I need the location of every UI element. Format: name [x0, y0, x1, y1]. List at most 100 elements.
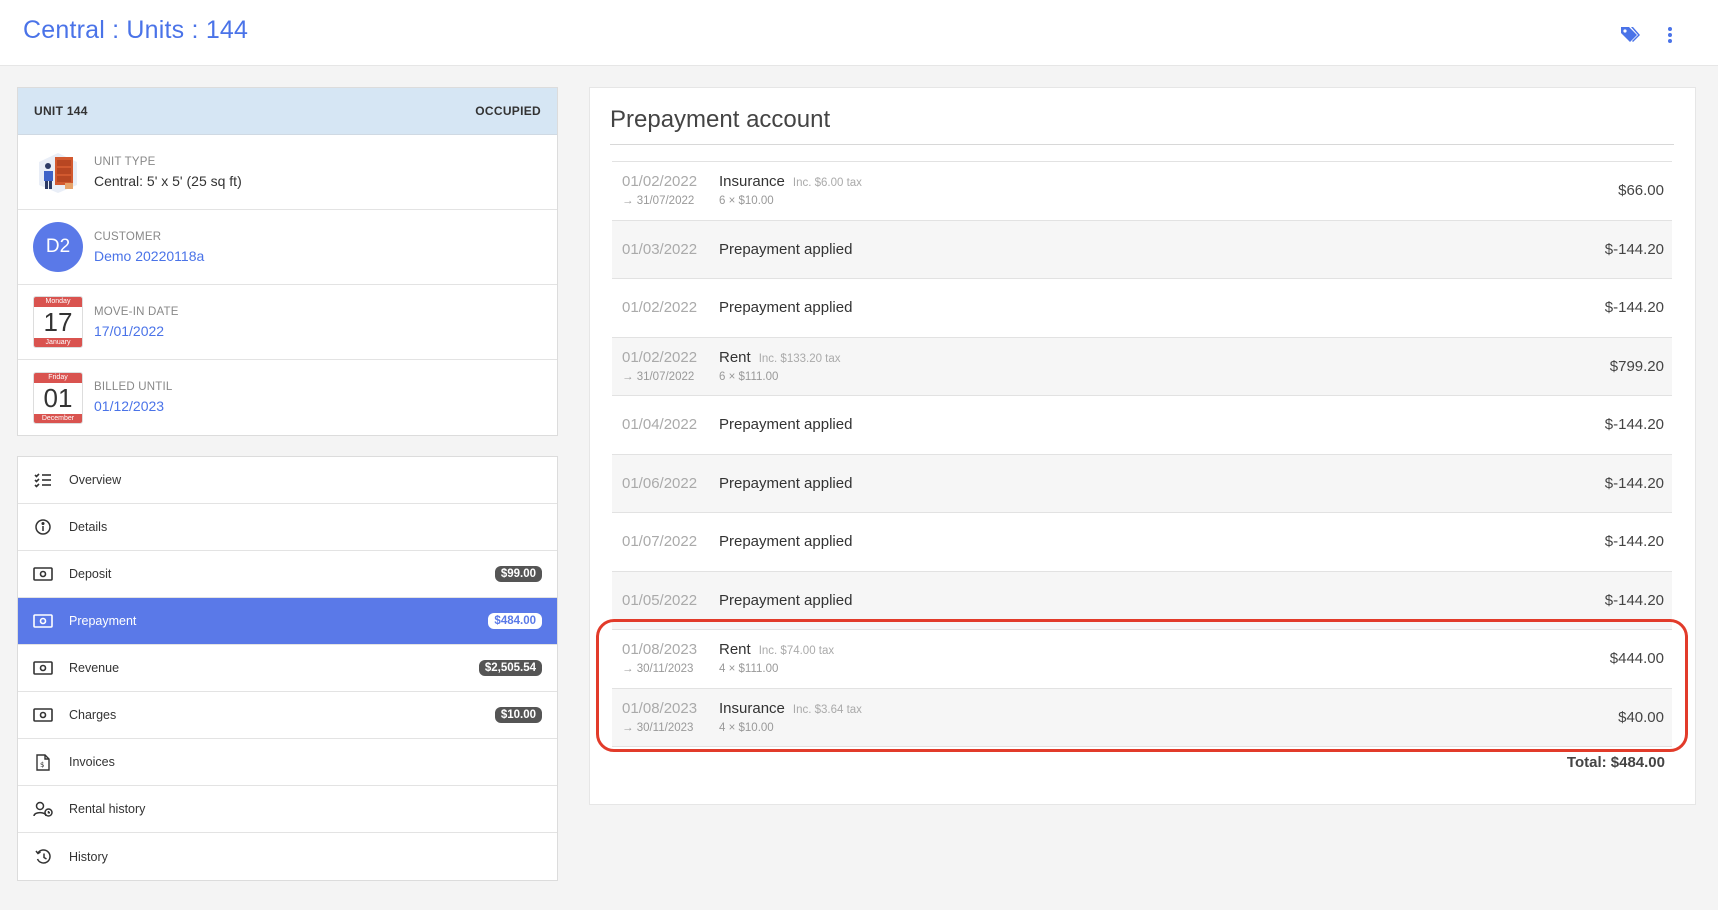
entry-description: Prepayment applied	[719, 474, 853, 492]
entry-amount: $40.00	[1618, 708, 1664, 726]
entry-description: Prepayment applied	[719, 299, 853, 316]
nav-label: Details	[69, 520, 108, 534]
money-icon	[33, 564, 53, 584]
move-in-date-link[interactable]: 17/01/2022	[94, 323, 179, 339]
entry-type: Insurance	[719, 699, 785, 717]
ledger-row: 01/08/2023 → 30/11/2023 Insurance Inc. $3…	[612, 688, 1672, 747]
invoice-icon: $	[33, 752, 53, 772]
entry-detail: 4 × $10.00	[719, 721, 774, 734]
nav-item-rental-history[interactable]: Rental history	[18, 786, 557, 833]
prepayment-badge: $484.00	[488, 613, 542, 629]
entry-amount: $-144.20	[1604, 299, 1664, 316]
entry-detail: 6 × $10.00	[719, 195, 774, 207]
entry-type: Insurance	[719, 173, 785, 190]
calendar-icon: Friday 01 December	[33, 371, 83, 424]
money-icon	[33, 658, 53, 678]
entry-tax: Inc. $3.64 tax	[792, 703, 862, 716]
history-icon	[33, 847, 53, 867]
avatar[interactable]: D2	[33, 222, 83, 272]
entry-date: 01/07/2022	[622, 533, 698, 550]
charges-badge: $10.00	[494, 707, 542, 723]
ledger-row: 01/08/2023 → 30/11/2023 Rent Inc. $74.00 …	[612, 630, 1672, 689]
unit-name: UNIT 144	[34, 104, 88, 118]
nav-label: Prepayment	[69, 614, 137, 628]
entry-amount: $444.00	[1609, 650, 1664, 667]
entry-end-date: → 31/07/2022	[622, 195, 695, 207]
cal-day: 01	[43, 382, 73, 413]
nav-label: Rental history	[69, 802, 146, 816]
prepayment-account-panel: Prepayment account 01/02/2022 → 31/07/20…	[589, 87, 1696, 805]
entry-end-date: → 31/07/2022	[622, 370, 695, 383]
entry-amount: $66.00	[1618, 182, 1664, 199]
unit-type-row: UNIT TYPE Central: 5' x 5' (25 sq ft)	[18, 135, 557, 210]
entry-end-date: → 30/11/2023	[622, 663, 694, 675]
unit-info-card: UNIT 144 OCCUPIED UNIT TYPE Central: 5' …	[17, 87, 558, 436]
entry-description: Prepayment applied	[719, 533, 853, 550]
entry-date: 01/08/2023	[622, 699, 698, 717]
nav-item-details[interactable]: Details	[18, 504, 557, 551]
cal-month: December	[34, 413, 82, 423]
cal-weekday: Monday	[34, 297, 82, 307]
money-icon	[33, 611, 53, 631]
ledger-row: 01/03/2022 Prepayment applied $-144.20	[612, 220, 1672, 279]
panel-title: Prepayment account	[610, 106, 831, 133]
entry-date: 01/03/2022	[622, 240, 698, 258]
entry-description: Insurance Inc. $3.64 tax	[719, 700, 862, 717]
move-in-row: Monday 17 January MOVE-IN DATE 17/01/202…	[18, 285, 557, 360]
billed-until-link[interactable]: 01/12/2023	[94, 398, 172, 414]
nav-item-invoices[interactable]: $ Invoices	[18, 739, 557, 786]
nav-item-overview[interactable]: Overview	[18, 457, 557, 504]
ledger-row: 01/05/2022 Prepayment applied $-144.20	[612, 571, 1672, 630]
top-bar: Central : Units : 144	[0, 0, 1718, 66]
entry-date: 01/02/2022	[622, 299, 698, 316]
entry-description: Rent Inc. $133.20 tax	[719, 349, 841, 366]
entry-amount: $799.20	[1609, 357, 1664, 375]
entry-description: Rent Inc. $74.00 tax	[719, 641, 834, 658]
entry-amount: $-144.20	[1604, 474, 1664, 492]
unit-header: UNIT 144 OCCUPIED	[18, 88, 557, 135]
nav-item-revenue[interactable]: Revenue $2,505.54	[18, 645, 557, 692]
entry-detail: 6 × $111.00	[719, 370, 779, 383]
entry-detail: 4 × $111.00	[719, 663, 779, 675]
unit-nav-menu: Overview Details Deposit $99.00 Prepayme…	[17, 456, 558, 881]
money-icon	[33, 705, 53, 725]
unit-status: OCCUPIED	[475, 104, 541, 118]
entry-description: Prepayment applied	[719, 416, 853, 433]
account-total: Total: $484.00	[1566, 754, 1665, 771]
svg-text:$: $	[40, 761, 44, 769]
nav-item-prepayment[interactable]: Prepayment $484.00	[18, 598, 557, 645]
cal-weekday: Friday	[34, 372, 82, 383]
divider	[610, 144, 1674, 145]
revenue-badge: $2,505.54	[478, 660, 542, 676]
entry-date: 01/08/2023	[622, 641, 698, 658]
more-vertical-icon[interactable]	[1659, 24, 1681, 46]
entry-date: 01/05/2022	[622, 591, 698, 609]
info-icon	[33, 517, 53, 537]
ledger-row: 01/02/2022 → 31/07/2022 Rent Inc. $133.20…	[612, 337, 1672, 396]
tags-icon[interactable]	[1619, 24, 1641, 46]
entry-amount: $-144.20	[1604, 240, 1664, 258]
unit-type-value: Central: 5' x 5' (25 sq ft)	[94, 172, 242, 189]
nav-item-charges[interactable]: Charges $10.00	[18, 692, 557, 739]
cal-month: January	[34, 338, 82, 347]
nav-item-deposit[interactable]: Deposit $99.00	[18, 551, 557, 598]
nav-item-history[interactable]: History	[18, 833, 557, 880]
customer-link[interactable]: Demo 20220118a	[94, 248, 204, 264]
entry-type: Rent	[719, 641, 751, 658]
entry-amount: $-144.20	[1604, 591, 1664, 609]
entry-date: 01/02/2022	[622, 173, 698, 190]
cal-day: 17	[43, 307, 73, 337]
entry-type: Rent	[719, 348, 751, 366]
customer-label: CUSTOMER	[94, 230, 162, 243]
ledger-row: 01/07/2022 Prepayment applied $-144.20	[612, 513, 1672, 572]
move-in-label: MOVE-IN DATE	[94, 305, 179, 318]
entry-end-date: → 30/11/2023	[622, 721, 694, 734]
customer-row: D2 CUSTOMER Demo 20220118a	[18, 210, 557, 285]
customer-avatar-wrap: D2	[33, 222, 83, 272]
ledger-row: 01/02/2022 Prepayment applied $-144.20	[612, 279, 1672, 338]
user-clock-icon	[33, 799, 53, 819]
deposit-badge: $99.00	[494, 566, 542, 582]
entry-tax: Inc. $74.00 tax	[758, 645, 835, 657]
calendar-icon: Monday 17 January	[33, 296, 83, 348]
nav-label: Deposit	[69, 567, 112, 581]
